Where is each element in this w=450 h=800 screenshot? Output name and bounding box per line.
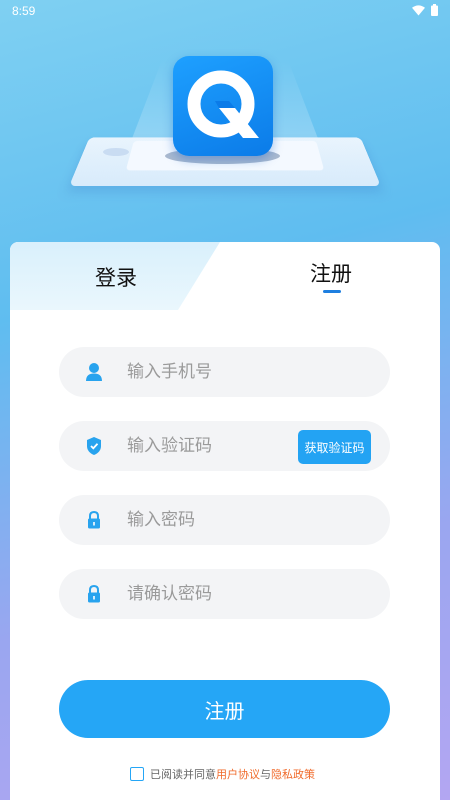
user-icon: [86, 363, 102, 381]
get-code-button[interactable]: 获取验证码: [298, 430, 371, 464]
status-bar: 8:59: [0, 0, 450, 22]
lock-icon: [88, 584, 100, 603]
hero-illustration: [0, 30, 450, 230]
tab-login[interactable]: 登录: [95, 262, 137, 292]
password-input[interactable]: [127, 495, 307, 545]
privacy-policy-link[interactable]: 隐私政策: [271, 766, 315, 782]
agreement-prefix: 已阅读并同意: [150, 768, 216, 781]
code-input[interactable]: [127, 421, 307, 471]
auth-card: 登录 注册 获取验证码 注册: [10, 242, 440, 800]
code-field: 获取验证码: [59, 421, 390, 471]
shield-icon: [87, 437, 101, 455]
agreement-row: 已阅读并同意 用户协议 与 隐私政策: [130, 766, 315, 782]
battery-icon: [431, 4, 438, 16]
confirm-password-input[interactable]: [127, 569, 307, 619]
q-logo-icon: [173, 56, 273, 156]
phone-input[interactable]: [127, 347, 307, 397]
phone-field: [59, 347, 390, 397]
lock-icon: [88, 510, 100, 529]
user-agreement-link[interactable]: 用户协议: [216, 766, 260, 782]
status-time: 8:59: [12, 4, 36, 18]
status-icons: [412, 4, 438, 16]
password-field: [59, 495, 390, 545]
agreement-checkbox[interactable]: [130, 767, 144, 781]
wifi-icon: [412, 4, 425, 15]
tab-active-indicator: [323, 290, 341, 293]
confirm-password-field: [59, 569, 390, 619]
tablet-button: [103, 148, 129, 156]
tab-register[interactable]: 注册: [310, 258, 352, 288]
register-button[interactable]: 注册: [59, 680, 390, 738]
agreement-conjunction: 与: [260, 768, 271, 781]
